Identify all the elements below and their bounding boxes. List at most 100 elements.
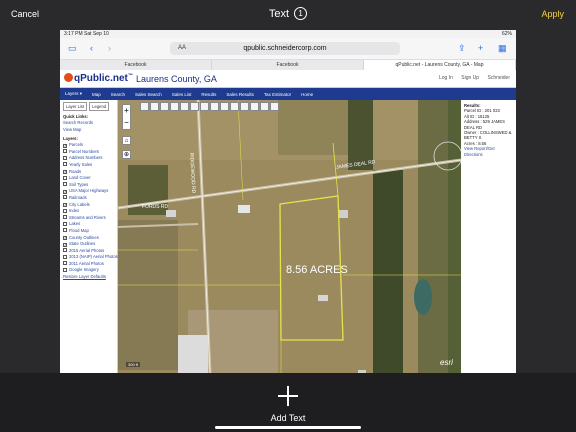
layer-checkbox[interactable]: ✓ xyxy=(63,203,67,208)
layer-item[interactable]: Google Imagery xyxy=(63,267,114,274)
browser-tab-active[interactable]: qPublic.net - Laurens County, GA - Map xyxy=(364,60,516,70)
layer-checkbox[interactable] xyxy=(63,208,67,213)
share-icon[interactable]: ⇪ xyxy=(458,43,466,54)
add-text-plus-icon[interactable] xyxy=(278,386,298,406)
signup-link[interactable]: Sign Up xyxy=(461,75,479,81)
layer-checkbox[interactable] xyxy=(63,215,67,220)
forward-icon[interactable]: › xyxy=(108,43,111,53)
map-tool-button[interactable] xyxy=(230,102,239,111)
layer-item[interactable]: Streams and Rivers xyxy=(63,215,114,222)
sidebar-tabs: Layer List Legend xyxy=(63,102,114,111)
layer-item[interactable]: Lakes xyxy=(63,221,114,228)
tab-legend[interactable]: Legend xyxy=(89,102,110,111)
layer-item[interactable]: Address Numbers xyxy=(63,155,114,162)
editor-title: Text 1 xyxy=(0,7,576,20)
back-icon[interactable]: ‹ xyxy=(90,43,93,53)
nav-home[interactable]: Home xyxy=(301,92,313,97)
address-bar[interactable]: qpublic.schneidercorp.com xyxy=(170,42,400,55)
layer-item[interactable]: ✓ City Labels xyxy=(63,202,114,209)
reader-aa-button[interactable]: AA xyxy=(178,42,186,55)
layer-checkbox[interactable] xyxy=(63,162,67,167)
quick-link-search[interactable]: Search Records xyxy=(63,120,114,127)
layer-item[interactable]: Flood Map xyxy=(63,228,114,235)
zoom-out-button[interactable]: − xyxy=(123,117,130,129)
layer-checkbox[interactable]: ✓ xyxy=(63,236,67,240)
map-tool-button[interactable] xyxy=(220,102,229,111)
qpublic-logo[interactable]: qPublic.net™ xyxy=(64,73,133,84)
quick-links-heading: Quick Links: xyxy=(63,114,89,119)
layer-checkbox[interactable] xyxy=(63,149,67,154)
map-tool-button[interactable] xyxy=(170,102,179,111)
layer-item[interactable]: Parcel Numbers xyxy=(63,149,114,156)
layer-item[interactable]: ✓ USA Major Highways xyxy=(63,188,114,195)
layer-checkbox[interactable] xyxy=(63,182,67,187)
result-owner: Owner : COLLINSWED & BETTY S xyxy=(464,130,512,141)
map-tool-button[interactable] xyxy=(140,102,149,111)
layer-checkbox[interactable] xyxy=(63,248,67,253)
home-extent-icon[interactable]: ⌂ xyxy=(122,136,131,145)
map-tool-button[interactable] xyxy=(190,102,199,111)
layer-item[interactable]: Railroads xyxy=(63,195,114,202)
nav-results[interactable]: Results xyxy=(201,92,216,97)
aerial-photo xyxy=(118,100,461,373)
layer-checkbox[interactable]: ✓ xyxy=(63,189,67,194)
zoom-in-button[interactable]: + xyxy=(123,105,130,117)
quick-link-map[interactable]: View Map xyxy=(63,127,114,134)
layer-checkbox[interactable]: ✓ xyxy=(63,170,67,175)
tab-layer-list[interactable]: Layer List xyxy=(63,102,88,111)
layer-checkbox[interactable] xyxy=(63,221,67,226)
map-tool-button[interactable] xyxy=(180,102,189,111)
layer-item[interactable]: Soil Types xyxy=(63,182,114,189)
ipad-status-bar: 3:17 PM Sat Sep 10 62% xyxy=(60,30,516,38)
layer-item[interactable]: 2013 (NAIP) Aerial Photos xyxy=(63,254,118,261)
nav-sales-list[interactable]: Sales List xyxy=(172,92,192,97)
login-link[interactable]: Log In xyxy=(439,75,453,81)
map-tool-button[interactable] xyxy=(200,102,209,111)
browser-tab[interactable]: Facebook xyxy=(60,60,212,70)
layer-checkbox[interactable] xyxy=(63,261,67,266)
nav-map[interactable]: Map xyxy=(92,92,101,97)
map-tool-button[interactable] xyxy=(150,102,159,111)
schneider-logo[interactable]: Schneider xyxy=(487,75,510,81)
map-tool-button[interactable] xyxy=(250,102,259,111)
map-tool-button[interactable] xyxy=(260,102,269,111)
map-tool-button[interactable] xyxy=(270,102,279,111)
aerial-map[interactable]: 8.56 ACRES JAMES DEAL RD RIDGEWOOD RD FO… xyxy=(118,100,461,373)
layer-checkbox[interactable] xyxy=(63,155,67,160)
restore-defaults-link[interactable]: Restore Layer Defaults xyxy=(63,274,114,281)
layer-item[interactable]: ✓ State Outlines xyxy=(63,241,114,248)
map-tool-button[interactable] xyxy=(240,102,249,111)
layer-item[interactable]: ✓ Roads xyxy=(63,169,114,176)
nav-sales-results[interactable]: Sales Results xyxy=(226,92,254,97)
browser-tab[interactable]: Facebook xyxy=(212,60,364,70)
nav-search[interactable]: Search xyxy=(111,92,125,97)
layer-checkbox[interactable] xyxy=(63,175,67,180)
new-tab-icon[interactable]: + xyxy=(478,43,483,53)
layer-item[interactable]: ✓ County Outlines xyxy=(63,235,114,242)
layer-item[interactable]: Index xyxy=(63,208,114,215)
view-report-link[interactable]: View Report/Get Directions xyxy=(464,146,495,156)
map-tool-button[interactable] xyxy=(210,102,219,111)
layer-item[interactable]: Land Cover xyxy=(63,175,114,182)
layer-checkbox[interactable]: ✓ xyxy=(63,242,67,247)
tab-overview-icon[interactable]: ▦ xyxy=(498,43,507,54)
layer-checkbox[interactable] xyxy=(63,195,67,200)
layer-item[interactable]: ✓ Parcels xyxy=(63,142,114,149)
layer-label: Parcel Numbers xyxy=(69,148,100,154)
layer-item[interactable]: 2011 Aerial Photos xyxy=(63,261,114,268)
apply-button[interactable]: Apply xyxy=(541,9,564,19)
nav-layers[interactable]: Layers ▾ xyxy=(65,91,82,97)
layer-checkbox[interactable] xyxy=(63,254,67,259)
nav-tax-estimator[interactable]: Tax Estimator xyxy=(264,92,291,97)
layer-checkbox[interactable]: ✓ xyxy=(63,143,67,148)
nav-sales-search[interactable]: Sales Search xyxy=(135,92,162,97)
locate-icon[interactable]: ⊕ xyxy=(122,150,131,159)
layer-checkbox[interactable] xyxy=(63,228,67,233)
layer-sidebar: Layer List Legend Quick Links: Search Re… xyxy=(60,100,118,373)
map-tool-button[interactable] xyxy=(160,102,169,111)
layer-item[interactable]: 2015 Aerial Photos xyxy=(63,248,114,255)
sidebar-icon[interactable]: ▭ xyxy=(68,43,77,54)
layer-item[interactable]: Yearly Sales xyxy=(63,162,114,169)
layer-checkbox[interactable] xyxy=(63,267,67,272)
add-text-button[interactable]: Add Text xyxy=(0,413,576,423)
